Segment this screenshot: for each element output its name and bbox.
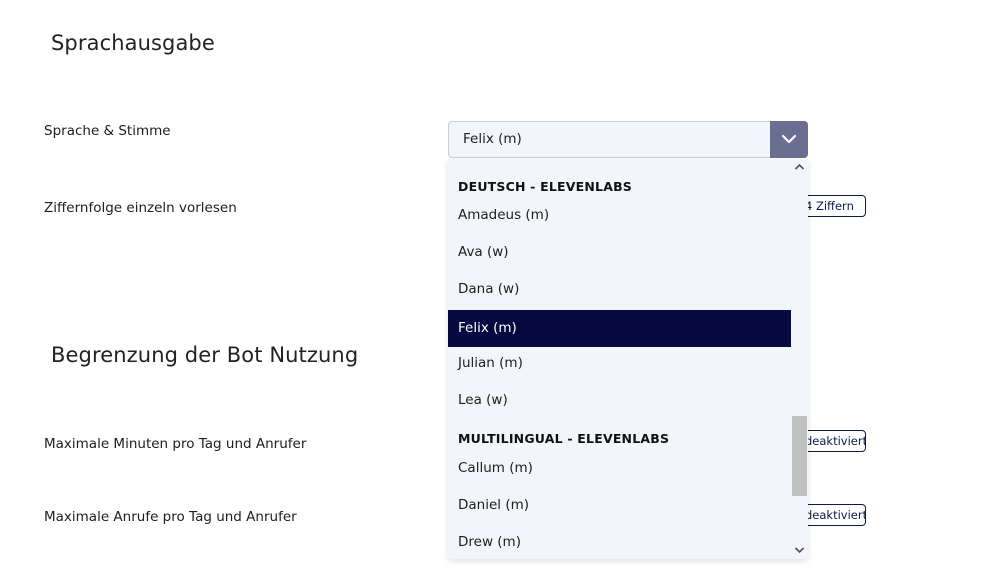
chevron-down-icon (781, 134, 797, 144)
option-felix-selected[interactable]: Felix (m) (448, 310, 791, 347)
voice-dropdown-list[interactable]: DEUTSCH - ELEVENLABS Amadeus (m) Ava (w)… (448, 159, 808, 559)
settings-page: Sprachausgabe Sprache & Stimme Ziffernfo… (0, 0, 984, 570)
group-header-deutsch: DEUTSCH - ELEVENLABS (458, 179, 633, 194)
scrollbar-thumb[interactable] (792, 416, 807, 496)
voice-select-toggle-button[interactable] (770, 121, 808, 158)
group-header-multilingual: MULTILINGUAL - ELEVENLABS (458, 431, 670, 446)
option-dana[interactable]: Dana (w) (448, 271, 791, 308)
option-lea[interactable]: Lea (w) (448, 382, 791, 419)
section-title-bot-limit: Begrenzung der Bot Nutzung (51, 343, 359, 367)
option-callum[interactable]: Callum (m) (448, 450, 791, 487)
max-minutes-label: Maximale Minuten pro Tag und Anrufer (44, 436, 307, 452)
option-drew[interactable]: Drew (m) (448, 524, 791, 559)
voice-select-value: Felix (m) (463, 131, 522, 147)
scroll-up-arrow-icon[interactable] (794, 162, 805, 172)
max-calls-label: Maximale Anrufe pro Tag und Anrufer (44, 509, 297, 525)
option-amadeus[interactable]: Amadeus (m) (448, 197, 791, 234)
voice-select[interactable]: Felix (m) (448, 121, 808, 158)
voice-label: Sprache & Stimme (44, 123, 171, 139)
option-julian[interactable]: Julian (m) (448, 345, 791, 382)
option-daniel[interactable]: Daniel (m) (448, 487, 791, 524)
section-title-sprachausgabe: Sprachausgabe (51, 31, 215, 55)
digits-label: Ziffernfolge einzeln vorlesen (44, 200, 237, 216)
option-ava[interactable]: Ava (w) (448, 234, 791, 271)
scroll-down-arrow-icon[interactable] (794, 545, 805, 555)
dropdown-scrollbar[interactable] (791, 159, 808, 559)
